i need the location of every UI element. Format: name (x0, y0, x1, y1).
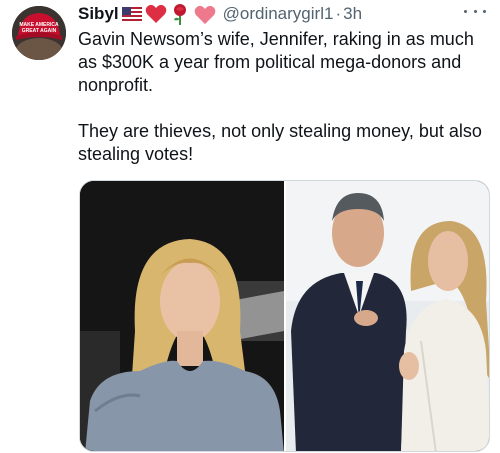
tweet-paragraph: Gavin Newsom’s wife, Jennifer, raking in… (78, 29, 474, 95)
sparkling-heart-icon (193, 3, 217, 25)
couple-photo[interactable] (286, 181, 489, 451)
red-heart-icon (145, 4, 167, 24)
rose-icon (170, 3, 190, 25)
more-options-icon[interactable] (464, 4, 486, 18)
separator-dot: · (335, 4, 342, 23)
avatar[interactable]: MAKE AMERICA GREAT AGAIN (12, 6, 66, 60)
tweet-header: Sibyl @ordinarygirl1 · 3h (78, 0, 492, 28)
user-handle[interactable]: @ordinarygirl1 (223, 4, 334, 24)
timestamp[interactable]: 3h (343, 4, 362, 24)
svg-text:GREAT AGAIN: GREAT AGAIN (22, 28, 57, 34)
media-grid (79, 180, 490, 452)
woman-in-gray-dress-photo[interactable] (80, 181, 286, 451)
tweet-text: Gavin Newsom’s wife, Jennifer, raking in… (78, 28, 483, 166)
display-name[interactable]: Sibyl (78, 4, 119, 24)
us-flag-icon (121, 7, 142, 21)
tweet-paragraph: They are thieves, not only stealing mone… (78, 121, 482, 164)
tweet-body: Sibyl @ordinarygirl1 · 3h Gavin Newsom’s… (78, 0, 492, 166)
